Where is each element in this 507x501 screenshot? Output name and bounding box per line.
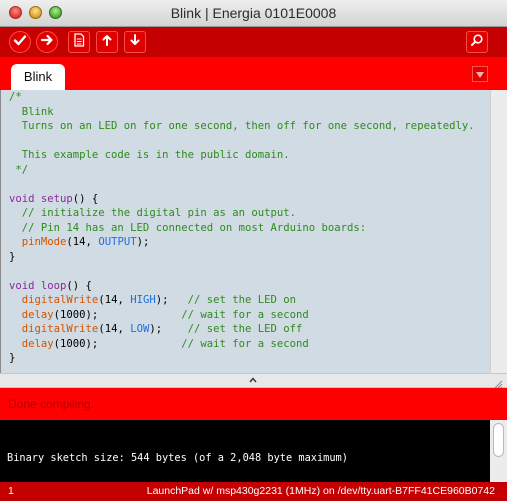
function-name: setup	[40, 192, 73, 205]
function-name: loop	[40, 279, 67, 292]
line-number: 1	[8, 485, 14, 497]
function-call: digitalWrite	[21, 323, 99, 335]
console-scroll-thumb[interactable]	[493, 423, 504, 457]
code-line: /*	[9, 91, 22, 103]
editor-console-divider[interactable]	[0, 373, 507, 389]
code-line: }	[9, 352, 16, 364]
keyword: void	[9, 192, 35, 205]
function-call: delay	[21, 337, 54, 350]
code-comment: // wait for a second	[181, 337, 309, 350]
arrow-right-icon	[40, 33, 54, 52]
check-icon	[13, 33, 27, 52]
code-editor[interactable]: /* Blink Turns on an LED on for one seco…	[0, 90, 490, 373]
console-scrollbar[interactable]	[490, 420, 507, 482]
tab-menu-button[interactable]	[472, 66, 488, 82]
console-text: Binary sketch size: 544 bytes (of a 2,04…	[7, 452, 348, 464]
code-text-fragment: () {	[66, 279, 92, 292]
tab-blink[interactable]: Blink	[11, 64, 65, 90]
footer-bar: 1 LaunchPad w/ msp430g2231 (1MHz) on /de…	[0, 482, 507, 501]
save-sketch-button[interactable]	[124, 31, 146, 53]
code-comment: // Pin 14 has an LED connected on most A…	[9, 221, 367, 234]
code-comment: // set the LED on	[187, 294, 297, 306]
code-line: This example code is in the public domai…	[9, 149, 290, 161]
triangle-down-icon	[476, 65, 484, 83]
arrow-down-icon	[129, 33, 141, 51]
resize-grip-icon[interactable]	[493, 376, 503, 389]
function-call: pinMode	[21, 236, 67, 248]
code-line: }	[9, 250, 16, 263]
code-text-fragment: (14,	[98, 323, 131, 335]
code-line: Blink	[9, 105, 54, 118]
document-icon	[73, 32, 85, 52]
constant: HIGH	[130, 294, 156, 306]
toolbar	[0, 27, 507, 57]
new-sketch-button[interactable]	[68, 31, 90, 53]
open-sketch-button[interactable]	[96, 31, 118, 53]
window-title: Blink | Energia 0101E0008	[170, 5, 337, 21]
tab-bar: Blink	[0, 57, 507, 90]
code-text-fragment: (1000);	[53, 337, 182, 350]
code-text-fragment: );	[149, 323, 188, 335]
code-comment: // set the LED off	[187, 323, 303, 335]
arrow-up-icon	[101, 33, 113, 51]
function-call: digitalWrite	[21, 294, 99, 306]
code-text: /* Blink Turns on an LED on for one seco…	[9, 90, 475, 366]
code-text-fragment: () {	[72, 192, 99, 205]
verify-button[interactable]	[9, 31, 31, 53]
constant: OUTPUT	[98, 236, 137, 248]
status-bar: Done compiling.	[0, 388, 507, 420]
editor-scrollbar[interactable]	[490, 90, 507, 373]
energia-window: Blink | Energia 0101E0008 Blink /* Blink…	[0, 0, 507, 501]
keyword: void	[9, 279, 35, 292]
board-port-info: LaunchPad w/ msp430g2231 (1MHz) on /dev/…	[146, 485, 495, 497]
code-text-fragment: );	[155, 294, 188, 306]
title-bar: Blink | Energia 0101E0008	[0, 0, 507, 27]
code-comment: // wait for a second	[181, 308, 309, 321]
code-comment: // initialize the digital pin as an outp…	[9, 207, 297, 219]
code-line: Turns on an LED on for one second, then …	[9, 120, 475, 132]
code-text-fragment: );	[136, 236, 150, 248]
code-text-fragment: (14,	[66, 236, 99, 248]
chevron-up-icon[interactable]	[245, 374, 261, 387]
console-output: Binary sketch size: 544 bytes (of a 2,04…	[0, 420, 490, 482]
function-call: delay	[21, 308, 54, 321]
upload-button[interactable]	[36, 31, 58, 53]
serial-monitor-button[interactable]	[466, 31, 488, 53]
code-text-fragment: (1000);	[53, 308, 182, 321]
code-text-fragment: (14,	[98, 294, 131, 306]
constant: LOW	[130, 323, 150, 335]
code-line: */	[9, 163, 29, 176]
magnifier-icon	[470, 33, 484, 52]
